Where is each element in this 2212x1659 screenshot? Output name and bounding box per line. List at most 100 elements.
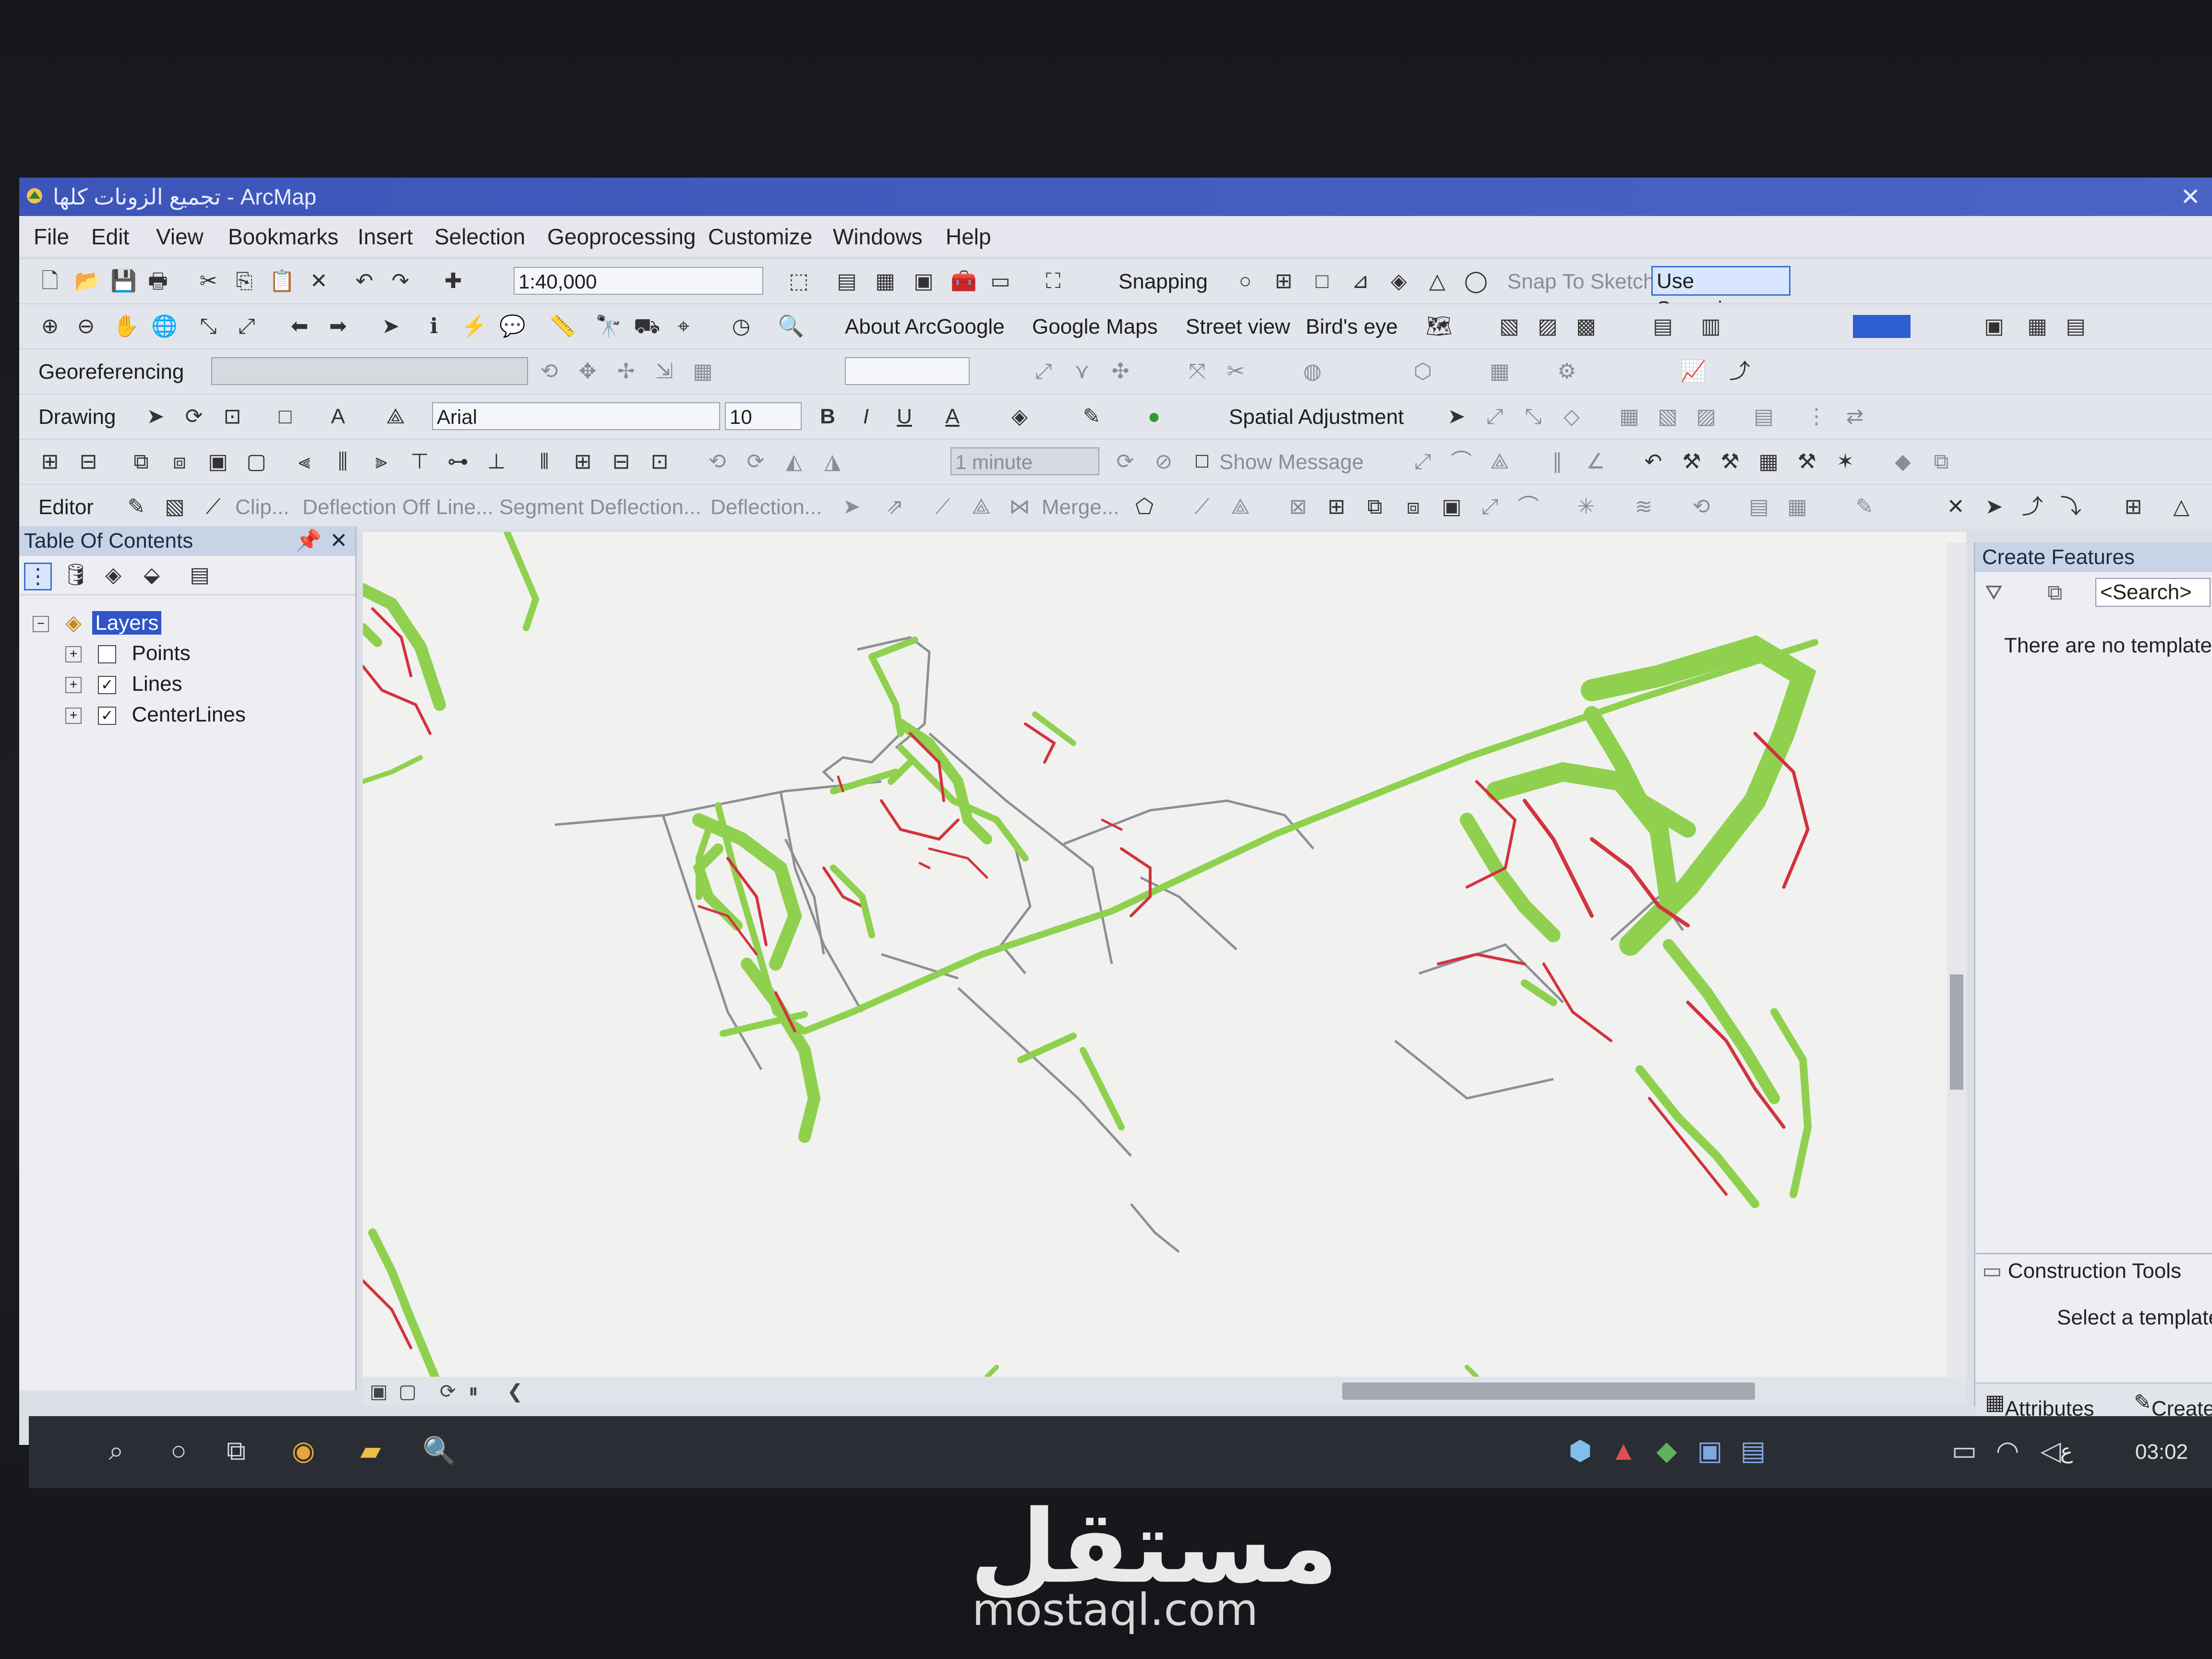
triangle-icon[interactable]: △	[2170, 495, 2193, 518]
arcmap-taskbar-icon[interactable]: 🔍	[422, 1435, 456, 1466]
cogo-angle-icon[interactable]: ∠	[1584, 450, 1607, 473]
georef-layer-dropdown[interactable]	[211, 357, 528, 385]
make-same-size-icon[interactable]: ⊞	[571, 450, 594, 473]
menu-help[interactable]: Help	[946, 224, 991, 250]
add-control-points-icon[interactable]: ✢	[614, 360, 637, 383]
menu-geoprocessing[interactable]: Geoprocessing	[547, 224, 696, 250]
layer-item-centerlines[interactable]: + ✓ CenterLines	[65, 703, 246, 727]
wifi-icon[interactable]: ◠	[1992, 1435, 2023, 1466]
tab-attributes[interactable]: ▦ Attributes	[1985, 1390, 2094, 1420]
pause-drawing-icon[interactable]: ⏸	[469, 1381, 478, 1402]
undo-edit-icon[interactable]: ↶	[1642, 450, 1665, 473]
list-by-selection-icon[interactable]: ⬙	[139, 563, 164, 588]
cortana-icon[interactable]: ○	[163, 1435, 194, 1466]
fixed-zoom-out-icon[interactable]: ⤢	[235, 315, 258, 338]
edit-tool-icon[interactable]: ⤢	[1032, 360, 1055, 383]
pin-icon[interactable]: 📌	[295, 526, 322, 556]
menu-file[interactable]: File	[34, 224, 69, 250]
intersection-snap-icon[interactable]: ◈	[1387, 270, 1410, 293]
visibility-checkbox[interactable]	[98, 645, 117, 664]
deflection-off-line-button[interactable]: Deflection Off Line...	[302, 495, 493, 519]
layout-view-icon[interactable]: ▢	[398, 1381, 417, 1403]
snap-to-sketch-label[interactable]: Snap To Sketch	[1507, 270, 1655, 294]
font-dropdown[interactable]: Arial	[432, 402, 720, 430]
arrow-2-icon[interactable]: ➤	[1983, 495, 2006, 518]
create-viewer-icon[interactable]: 🔍	[778, 315, 804, 338]
menu-windows[interactable]: Windows	[833, 224, 923, 250]
grid-icon[interactable]: ▦	[1488, 360, 1511, 383]
select-by-polygon-icon[interactable]: ⬠	[1133, 495, 1156, 518]
limited-adjustment-icon[interactable]: ▨	[1695, 405, 1718, 428]
back-arrow-icon[interactable]: ⬅	[288, 315, 311, 338]
measure-2-icon[interactable]: ⊞	[2122, 495, 2145, 518]
modify-link-icon[interactable]: ⤡	[1522, 405, 1545, 428]
expand-icon[interactable]: +	[65, 677, 82, 694]
chart-tool-icon[interactable]: ⤴	[1728, 360, 1751, 383]
redo-icon[interactable]: ↷	[389, 270, 412, 293]
toc-window-icon[interactable]: ▤	[835, 270, 858, 293]
map-display[interactable]	[363, 532, 1966, 1377]
link-table-2-icon[interactable]: ▦	[1618, 405, 1641, 428]
move-vertex-icon[interactable]: ✣	[1109, 360, 1132, 383]
sparkle-icon[interactable]: ✶	[1834, 450, 1857, 473]
python-window-icon[interactable]: ▭	[989, 270, 1012, 293]
visibility-checkbox[interactable]: ✓	[98, 676, 117, 695]
rotate-right-icon[interactable]: ⟳	[744, 450, 767, 473]
vertex-snap-icon[interactable]: □	[1310, 270, 1334, 293]
close-icon[interactable]: ✕	[2180, 178, 2200, 216]
globe-icon[interactable]: ◍	[1301, 360, 1324, 383]
vertex-edit-icon[interactable]: ⤴	[2021, 495, 2044, 518]
topology-edit-icon[interactable]: ⧉	[1363, 495, 1386, 518]
link-table-icon[interactable]: ▦	[691, 360, 714, 383]
zoom-to-selected-icon[interactable]: ⊡	[221, 405, 244, 428]
hammer-3-icon[interactable]: ⚒	[1795, 450, 1818, 473]
interval-dropdown[interactable]: 1 minute	[950, 447, 1099, 475]
scroll-left-icon[interactable]: ❮	[507, 1381, 523, 1403]
new-document-icon[interactable]: 🗋	[38, 270, 61, 293]
menu-insert[interactable]: Insert	[358, 224, 413, 250]
align-top-icon[interactable]: ⊤	[408, 450, 431, 473]
paste-icon[interactable]: 📋	[269, 270, 295, 293]
edit-annotation-icon[interactable]: ▧	[163, 495, 186, 518]
file-explorer-icon[interactable]: ▰	[355, 1435, 386, 1466]
layer-item-points[interactable]: + Points	[65, 641, 191, 665]
group-icon[interactable]: ⊞	[38, 450, 61, 473]
layer-item-lines[interactable]: + ✓ Lines	[65, 672, 182, 696]
find-route-icon[interactable]: ⛟	[634, 315, 660, 338]
tray-icon-5[interactable]: ▤	[1738, 1435, 1768, 1466]
sketch-properties-icon[interactable]: ▦	[1786, 495, 1809, 518]
cog-icon[interactable]: ⚙	[1555, 360, 1578, 383]
vertex-edit-2-icon[interactable]: ⤵	[2059, 495, 2082, 518]
editor-toolbar-icon[interactable]: ⬚	[787, 270, 810, 293]
ungroup-icon[interactable]: ⊟	[77, 450, 100, 473]
link-icon[interactable]: ⇲	[653, 360, 676, 383]
layers-root-label[interactable]: Layers	[92, 611, 162, 635]
show-message-checkbox[interactable]: ☐	[1190, 450, 1214, 473]
use-snapping-button[interactable]: Use Snapping	[1651, 266, 1791, 321]
rotate-element-icon[interactable]: ⟳	[182, 405, 205, 428]
tab-create[interactable]: ✎ Create	[2134, 1390, 2212, 1420]
template-search-input[interactable]: <Search>	[2095, 578, 2211, 607]
map-canvas[interactable]	[363, 532, 1966, 1377]
point-snap-icon[interactable]: ○	[1234, 270, 1257, 293]
measure-icon[interactable]: 📏	[550, 315, 576, 338]
battery-icon[interactable]: ▭	[1949, 1435, 1980, 1466]
align-right-icon[interactable]: ⫸	[370, 450, 393, 473]
rotate-icon[interactable]: ⟲	[538, 360, 561, 383]
add-data-icon[interactable]: ✚	[442, 270, 465, 293]
select-features-icon[interactable]: ➤	[1445, 405, 1468, 428]
pan-hand-icon[interactable]: ✋	[113, 315, 139, 338]
send-to-back-icon[interactable]: ⧈	[168, 450, 191, 473]
menu-customize[interactable]: Customize	[708, 224, 812, 250]
chrome-icon[interactable]: ◉	[288, 1435, 319, 1466]
refresh-view-icon[interactable]: ⟳	[440, 1381, 456, 1403]
close-icon[interactable]: ✕	[330, 526, 348, 556]
flip-vertical-icon[interactable]: ◮	[821, 450, 844, 473]
model-builder-icon[interactable]: ⛶	[1042, 270, 1065, 293]
line-color-icon[interactable]: ✎	[1080, 405, 1103, 428]
rotate-left-icon[interactable]: ⟲	[706, 450, 729, 473]
catalog-icon[interactable]: ▦	[874, 270, 897, 293]
identify-icon[interactable]: ℹ	[422, 315, 445, 338]
align-left-icon[interactable]: ⫷	[293, 450, 316, 473]
bring-to-front-icon[interactable]: ⧉	[130, 450, 153, 473]
